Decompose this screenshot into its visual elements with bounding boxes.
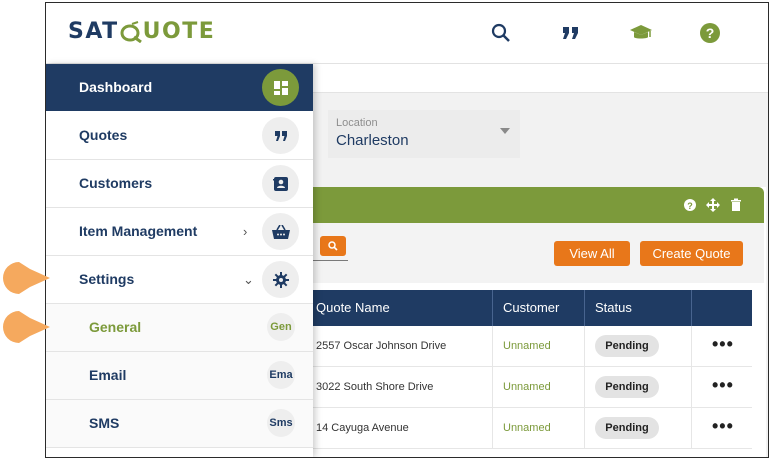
- sidebar-subitem-general[interactable]: General Gen: [46, 304, 313, 352]
- sidebar-subitem-badge: Gen: [267, 313, 295, 341]
- quote-name-cell: 2557 Oscar Johnson Drive: [316, 340, 447, 352]
- table-row[interactable]: 2557 Oscar Johnson Drive Unnamed Pending…: [308, 326, 752, 367]
- search-button[interactable]: [320, 236, 346, 256]
- sidebar-item-item-management[interactable]: Item Management ›: [46, 208, 313, 256]
- sidebar-item-label: Dashboard: [79, 79, 153, 95]
- sidebar-item-label: Item Management: [79, 223, 198, 239]
- customer-cell[interactable]: Unnamed: [503, 326, 551, 366]
- column-header-quote-name[interactable]: Quote Name: [316, 290, 390, 326]
- column-divider: [691, 408, 692, 448]
- column-divider: [691, 290, 692, 326]
- logo-text-uote: UOTE: [142, 19, 216, 44]
- create-quote-button[interactable]: Create Quote: [640, 241, 743, 266]
- quote-name-cell: 14 Cayuga Avenue: [316, 422, 409, 434]
- customer-cell[interactable]: Unnamed: [503, 408, 551, 448]
- sidebar-item-label: Email: [89, 367, 127, 383]
- chevron-down-icon: ⌄: [243, 272, 254, 287]
- search-icon[interactable]: [489, 21, 513, 45]
- search-icon: [328, 241, 338, 251]
- status-badge: Pending: [595, 417, 659, 439]
- sidebar-subitem-badge: Sms: [267, 409, 295, 437]
- help-icon[interactable]: ?: [698, 21, 722, 45]
- column-divider: [492, 367, 493, 407]
- callout-marker-general: [3, 311, 50, 343]
- status-badge: Pending: [595, 376, 659, 398]
- sidebar-item-settings[interactable]: Settings ⌄: [46, 256, 313, 304]
- sidebar-item-label: Quotes: [79, 127, 128, 143]
- panel-header: ?: [308, 187, 764, 223]
- location-label: Location: [336, 117, 378, 129]
- column-divider: [691, 326, 692, 366]
- quote-name-cell: 3022 South Shore Drive: [316, 381, 434, 393]
- row-actions-menu-icon[interactable]: •••: [712, 326, 734, 366]
- sidebar-item-label: Settings: [79, 271, 135, 287]
- contact-card-icon: [262, 165, 299, 202]
- app-window: SAT UOTE ? Location Charleston ? View Al…: [45, 2, 769, 458]
- column-header-status[interactable]: Status: [595, 290, 632, 326]
- table-row[interactable]: 14 Cayuga Avenue Unnamed Pending •••: [308, 408, 752, 449]
- column-divider: [492, 408, 493, 448]
- panel-toolbar: View All Create Quote: [308, 223, 764, 283]
- column-divider: [584, 408, 585, 448]
- column-divider: [691, 367, 692, 407]
- graduation-cap-icon[interactable]: [629, 21, 653, 45]
- view-all-button[interactable]: View All: [554, 241, 630, 266]
- chevron-right-icon: ›: [243, 224, 248, 239]
- sidebar-item-label: General: [89, 319, 142, 335]
- gear-icon: [262, 261, 299, 298]
- sidebar-item-customers[interactable]: Customers: [46, 160, 313, 208]
- logo-text-sat: SAT: [68, 19, 119, 44]
- sidebar-item-label: SMS: [89, 415, 120, 431]
- location-value: Charleston: [336, 132, 409, 149]
- satquote-logo[interactable]: SAT UOTE: [68, 19, 215, 44]
- sidebar-item-label: Customers: [79, 175, 153, 191]
- column-header-customer[interactable]: Customer: [503, 290, 559, 326]
- row-actions-menu-icon[interactable]: •••: [712, 367, 734, 407]
- quote-marks-icon: [262, 117, 299, 154]
- sidebar-subitem-sms[interactable]: SMS Sms: [46, 400, 313, 448]
- panel-help-icon[interactable]: ?: [683, 198, 697, 212]
- column-divider: [492, 290, 493, 326]
- svg-text:?: ?: [687, 201, 693, 211]
- sidebar-item-dashboard[interactable]: Dashboard: [46, 64, 313, 111]
- satellite-dish-icon: [120, 20, 142, 43]
- sidebar-nav: Dashboard Quotes Customers Item Manageme…: [46, 64, 313, 457]
- table-row[interactable]: 3022 South Shore Drive Unnamed Pending •…: [308, 367, 752, 408]
- location-select[interactable]: Location Charleston: [328, 110, 520, 158]
- sidebar-item-quotes[interactable]: Quotes: [46, 112, 313, 160]
- customer-cell[interactable]: Unnamed: [503, 367, 551, 407]
- row-actions-menu-icon[interactable]: •••: [712, 408, 734, 448]
- column-divider: [492, 326, 493, 366]
- svg-text:?: ?: [706, 25, 715, 41]
- callout-marker-settings: [3, 262, 50, 294]
- column-divider: [584, 367, 585, 407]
- column-divider: [584, 290, 585, 326]
- search-input-underline: [308, 260, 348, 261]
- status-badge: Pending: [595, 335, 659, 357]
- move-icon[interactable]: [706, 198, 720, 212]
- basket-icon: [262, 213, 299, 250]
- dashboard-grid-icon: [262, 69, 299, 106]
- trash-icon[interactable]: [729, 198, 743, 212]
- sidebar-subitem-badge: Ema: [267, 361, 295, 389]
- quotes-panel: ? View All Create Quote Quote Name Custo…: [308, 187, 766, 457]
- top-bar: SAT UOTE ?: [46, 3, 768, 64]
- sidebar-subitem-email[interactable]: Email Ema: [46, 352, 313, 400]
- table-header: Quote Name Customer Status: [308, 290, 752, 326]
- column-divider: [584, 326, 585, 366]
- dropdown-caret-icon: [500, 128, 510, 134]
- quotes-icon[interactable]: [559, 21, 583, 45]
